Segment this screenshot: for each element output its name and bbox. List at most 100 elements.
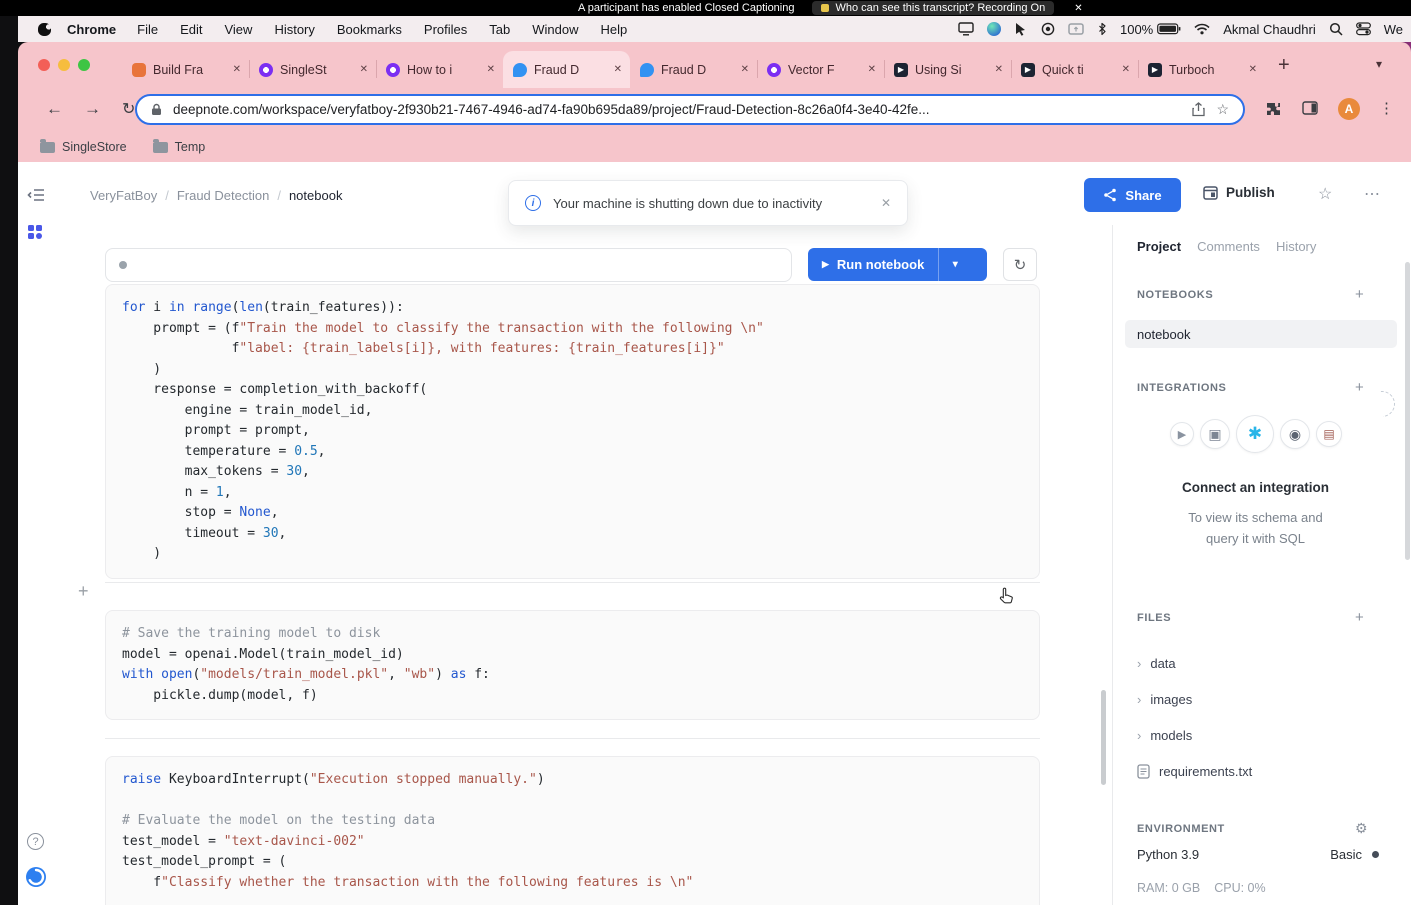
tab-close-icon[interactable]: ✕ <box>614 64 622 75</box>
share-page-icon[interactable] <box>1192 102 1205 117</box>
help-icon[interactable]: ? <box>27 833 44 850</box>
add-notebook-button[interactable]: + <box>1355 287 1364 302</box>
environment-settings-gear-icon[interactable]: ⚙ <box>1355 820 1368 837</box>
more-options-icon[interactable]: ⋯ <box>1364 184 1380 204</box>
notebook-block-input[interactable] <box>105 248 792 282</box>
forward-button[interactable]: → <box>84 99 101 119</box>
env-machine-tier[interactable]: Basic <box>1330 847 1362 862</box>
browser-tab-2[interactable]: SingleSt✕ <box>249 51 376 88</box>
back-button[interactable]: ← <box>46 99 63 119</box>
browser-tab-8[interactable]: ▶Quick ti✕ <box>1011 51 1138 88</box>
code-cell[interactable]: for i in range(len(train_features)): pro… <box>105 284 1040 579</box>
minimize-window-button[interactable] <box>58 59 70 71</box>
address-bar[interactable]: deepnote.com/workspace/veryfatboy-2f930b… <box>135 94 1245 125</box>
menu-file[interactable]: File <box>126 22 169 37</box>
url-text[interactable]: deepnote.com/workspace/veryfatboy-2f930b… <box>173 102 1181 117</box>
cursor-share-icon[interactable] <box>1014 22 1028 36</box>
deepnote-logo-icon[interactable] <box>25 866 47 888</box>
record-icon[interactable] <box>1041 22 1055 36</box>
display-icon[interactable] <box>958 22 974 36</box>
add-block-button[interactable]: + <box>78 582 89 600</box>
menu-tab[interactable]: Tab <box>478 22 521 37</box>
add-integration-button[interactable]: + <box>1355 380 1364 395</box>
tab-close-icon[interactable]: ✕ <box>995 64 1003 75</box>
browser-tab-9[interactable]: ▶Turboch✕ <box>1138 51 1265 88</box>
battery-status[interactable]: 100% <box>1120 22 1181 37</box>
browser-menu-kebab-icon[interactable]: ⋮ <box>1379 99 1394 117</box>
menu-window[interactable]: Window <box>521 22 589 37</box>
tab-comments[interactable]: Comments <box>1197 239 1260 254</box>
control-center-icon[interactable] <box>1356 22 1371 36</box>
env-python-version[interactable]: Python 3.9 <box>1137 847 1199 862</box>
bookmark-folder-temp[interactable]: Temp <box>153 140 206 154</box>
blocks-icon[interactable] <box>27 224 43 240</box>
connector-disc-icon[interactable]: ◉ <box>1280 419 1310 449</box>
browser-tab-3[interactable]: How to i✕ <box>376 51 503 88</box>
browser-tab-7[interactable]: ▶Using Si✕ <box>884 51 1011 88</box>
menu-edit[interactable]: Edit <box>169 22 213 37</box>
zoom-window-button[interactable] <box>78 59 90 71</box>
menu-bookmarks[interactable]: Bookmarks <box>326 22 413 37</box>
tab-close-icon[interactable]: ✕ <box>1249 64 1257 75</box>
panel-scrollbar-thumb[interactable] <box>1405 262 1410 560</box>
menu-help[interactable]: Help <box>590 22 639 37</box>
file-item-requirements[interactable]: requirements.txt <box>1137 753 1252 789</box>
transcript-recording-pill[interactable]: Who can see this transcript? Recording O… <box>812 1 1054 15</box>
extensions-puzzle-icon[interactable] <box>1265 101 1281 117</box>
menubar-username[interactable]: Akmal Chaudhri <box>1223 22 1316 37</box>
run-options-chevron-icon[interactable]: ▾ <box>939 259 971 270</box>
publish-button[interactable]: Publish <box>1203 185 1275 200</box>
bluetooth-icon[interactable] <box>1097 22 1107 36</box>
restart-machine-button[interactable]: ↻ <box>1003 248 1037 281</box>
notebook-scrollbar-thumb[interactable] <box>1101 690 1106 785</box>
wifi-icon[interactable] <box>1194 23 1210 35</box>
breadcrumb-notebook[interactable]: notebook <box>289 188 343 203</box>
menu-view[interactable]: View <box>213 22 263 37</box>
share-button[interactable]: Share <box>1084 178 1181 212</box>
run-notebook-button[interactable]: ▶ Run notebook ▾ <box>808 248 987 281</box>
browser-tab-5[interactable]: Fraud D✕ <box>630 51 757 88</box>
close-window-button[interactable] <box>38 59 50 71</box>
tab-close-icon[interactable]: ✕ <box>233 64 241 75</box>
notebook-list-item[interactable]: notebook <box>1125 320 1397 348</box>
screen-share-icon[interactable] <box>1068 23 1084 35</box>
browser-tab-6[interactable]: Vector F✕ <box>757 51 884 88</box>
tab-close-icon[interactable]: ✕ <box>741 64 749 75</box>
snowflake-icon[interactable]: ✱ <box>1236 415 1274 453</box>
side-panel-icon[interactable] <box>1302 101 1318 115</box>
new-tab-button[interactable]: + <box>1278 55 1290 75</box>
breadcrumb-workspace[interactable]: VeryFatBoy <box>90 188 157 203</box>
connect-integration-title[interactable]: Connect an integration <box>1113 480 1398 495</box>
breadcrumb-project[interactable]: Fraud Detection <box>177 188 270 203</box>
file-item-images[interactable]: ›images <box>1137 681 1382 717</box>
menu-history[interactable]: History <box>263 22 325 37</box>
bookmark-folder-singlestore[interactable]: SingleStore <box>40 140 127 154</box>
toast-close-icon[interactable]: ✕ <box>881 196 891 210</box>
profile-avatar[interactable]: A <box>1338 98 1360 120</box>
spotlight-search-icon[interactable] <box>1329 22 1343 36</box>
tab-close-icon[interactable]: ✕ <box>487 64 495 75</box>
file-item-models[interactable]: ›models <box>1137 717 1382 753</box>
code-cell[interactable]: # Save the training model to diskmodel =… <box>105 610 1040 720</box>
add-file-button[interactable]: + <box>1355 610 1364 625</box>
apple-menu-icon[interactable] <box>38 23 51 36</box>
favorite-star-icon[interactable]: ☆ <box>1318 184 1332 204</box>
connector-cube-icon[interactable]: ▣ <box>1200 419 1230 449</box>
tab-project[interactable]: Project <box>1137 239 1181 254</box>
connector-grid-icon[interactable]: ▤ <box>1316 421 1342 447</box>
reload-button[interactable]: ↻ <box>122 99 135 119</box>
tab-close-icon[interactable]: ✕ <box>1122 64 1130 75</box>
file-item-data[interactable]: ›data <box>1137 645 1382 681</box>
caption-close-icon[interactable]: ✕ <box>1074 3 1082 14</box>
connector-send-icon[interactable]: ▶ <box>1170 422 1194 446</box>
bookmark-star-icon[interactable]: ☆ <box>1216 101 1229 118</box>
webex-icon[interactable] <box>987 22 1001 36</box>
table-of-contents-icon[interactable] <box>27 188 45 202</box>
tab-history[interactable]: History <box>1276 239 1316 254</box>
menu-profiles[interactable]: Profiles <box>413 22 478 37</box>
tab-close-icon[interactable]: ✕ <box>360 64 368 75</box>
menu-app-name[interactable]: Chrome <box>67 22 116 37</box>
code-cell[interactable]: raise KeyboardInterrupt("Execution stopp… <box>105 756 1040 905</box>
browser-tab-1[interactable]: Build Fra✕ <box>122 51 249 88</box>
tab-list-chevron-icon[interactable]: ▾ <box>1376 57 1382 71</box>
